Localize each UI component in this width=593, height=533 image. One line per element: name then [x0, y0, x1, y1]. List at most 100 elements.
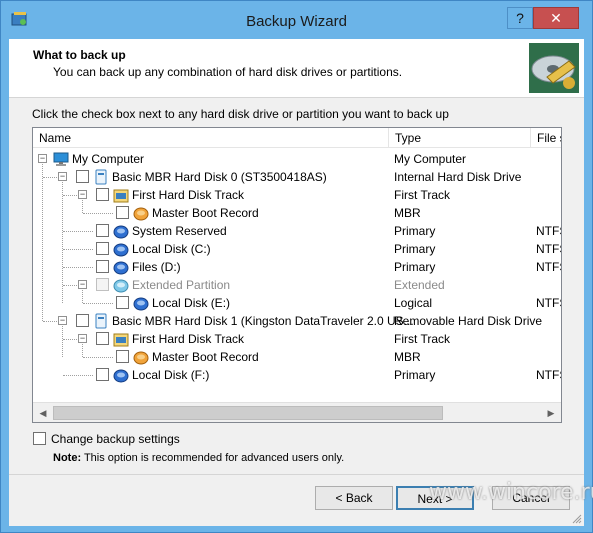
disk-1-checkbox[interactable]	[76, 314, 89, 327]
tree-row-mbr-1[interactable]: Master Boot Record MBR	[33, 348, 561, 366]
collapse-toggle-icon[interactable]: −	[78, 334, 87, 343]
collapse-toggle-icon[interactable]: −	[78, 190, 87, 199]
column-type[interactable]: Type	[389, 128, 531, 148]
wizard-header: What to back up You can back up any comb…	[9, 39, 584, 98]
collapse-toggle-icon[interactable]: −	[58, 316, 67, 325]
row-type: Logical	[394, 296, 433, 310]
collapse-toggle-icon[interactable]: −	[58, 172, 67, 181]
resize-grip-icon[interactable]	[572, 514, 582, 524]
tree-row-mbr-0[interactable]: Master Boot Record MBR	[33, 204, 561, 222]
backup-wizard-window: Backup Wizard ? ✕ What to back up You ca…	[0, 0, 593, 533]
row-label: My Computer	[72, 152, 145, 166]
tree-row-disk-0[interactable]: − Basic MBR Hard Disk 0 (ST3500418AS) In…	[33, 168, 561, 186]
column-header: Name Type File s	[33, 128, 561, 148]
header-subtitle: You can back up any combination of hard …	[53, 65, 403, 79]
header-title: What to back up	[33, 48, 126, 62]
row-label: System Reserved	[132, 224, 227, 238]
column-name[interactable]: Name	[33, 128, 389, 148]
mbr-1-checkbox[interactable]	[116, 350, 129, 363]
mbr-icon	[133, 351, 149, 365]
partition-icon	[113, 261, 129, 275]
extended-partition-checkbox	[96, 278, 109, 291]
column-file-system[interactable]: File s	[531, 128, 561, 148]
first-track-1-checkbox[interactable]	[96, 332, 109, 345]
row-file-system: NTFS	[536, 296, 561, 310]
row-file-system: NTFS	[536, 260, 561, 274]
tree-guide	[63, 375, 93, 376]
back-button[interactable]: < Back	[315, 486, 393, 510]
files-d-checkbox[interactable]	[96, 260, 109, 273]
tree-row-local-disk-e[interactable]: Local Disk (E:) Logical NTFS	[33, 294, 561, 312]
scrollbar-thumb[interactable]	[53, 406, 443, 420]
tree-row-my-computer[interactable]: − My Computer My Computer	[33, 150, 561, 168]
tree-row-disk-1[interactable]: − Basic MBR Hard Disk 1 (Kingston DataTr…	[33, 312, 561, 330]
row-file-system: NTFS	[536, 368, 561, 382]
local-disk-f-checkbox[interactable]	[96, 368, 109, 381]
tree-row-local-disk-f[interactable]: Local Disk (F:) Primary NTFS	[33, 366, 561, 384]
horizontal-scrollbar[interactable]: ◀ ▶	[33, 402, 561, 422]
collapse-toggle-icon[interactable]: −	[78, 280, 87, 289]
title-bar[interactable]: Backup Wizard ? ✕	[1, 1, 592, 39]
row-type: Extended	[394, 278, 445, 292]
backup-disk-icon	[529, 43, 579, 93]
mbr-0-checkbox[interactable]	[116, 206, 129, 219]
tree-row-first-track-0[interactable]: − First Hard Disk Track First Track	[33, 186, 561, 204]
local-disk-c-checkbox[interactable]	[96, 242, 109, 255]
row-label: Local Disk (C:)	[132, 242, 211, 256]
tree-row-files-d[interactable]: Files (D:) Primary NTFS	[33, 258, 561, 276]
tree-guide	[63, 249, 93, 250]
partition-icon	[113, 225, 129, 239]
tree-guide	[63, 285, 77, 286]
tree-guide	[63, 195, 77, 196]
track-icon	[113, 333, 129, 347]
scroll-left-icon[interactable]: ◀	[36, 406, 50, 420]
tree-guide	[63, 231, 93, 232]
row-type: My Computer	[394, 152, 467, 166]
change-backup-settings-checkbox[interactable]	[33, 432, 46, 445]
row-type: Primary	[394, 368, 436, 382]
mbr-icon	[133, 207, 149, 221]
system-reserved-checkbox[interactable]	[96, 224, 109, 237]
tree-row-extended-partition[interactable]: − Extended Partition Extended	[33, 276, 561, 294]
row-label: Basic MBR Hard Disk 1 (Kingston DataTrav…	[112, 314, 414, 328]
close-button[interactable]: ✕	[533, 7, 579, 29]
tree-row-system-reserved[interactable]: System Reserved Primary NTFS	[33, 222, 561, 240]
tree-guide	[83, 357, 113, 358]
tree-guide	[83, 303, 113, 304]
row-label: Extended Partition	[132, 278, 231, 292]
local-disk-e-checkbox[interactable]	[116, 296, 129, 309]
disk-0-checkbox[interactable]	[76, 170, 89, 183]
change-backup-settings-label[interactable]: Change backup settings	[51, 432, 180, 446]
row-label: Files (D:)	[132, 260, 181, 274]
row-label: Local Disk (E:)	[152, 296, 231, 310]
window-title: Backup Wizard	[246, 13, 347, 30]
watermark-text: www.wincore.ru	[429, 480, 593, 505]
instruction-text: Click the check box next to any hard dis…	[32, 107, 449, 121]
drive-tree[interactable]: Name Type File s −	[32, 127, 562, 423]
tree-row-local-disk-c[interactable]: Local Disk (C:) Primary NTFS	[33, 240, 561, 258]
row-label: Basic MBR Hard Disk 0 (ST3500418AS)	[112, 170, 327, 184]
tree-rows: − My Computer My Computer − Basic MBR Ha…	[33, 150, 561, 402]
partition-icon	[113, 243, 129, 257]
extended-partition-icon	[113, 279, 129, 293]
tree-guide	[43, 177, 57, 178]
tree-guide	[43, 321, 57, 322]
row-type: Primary	[394, 242, 436, 256]
computer-icon	[53, 152, 69, 166]
row-label: Master Boot Record	[152, 206, 259, 220]
row-label: Master Boot Record	[152, 350, 259, 364]
tree-row-first-track-1[interactable]: − First Hard Disk Track First Track	[33, 330, 561, 348]
scroll-right-icon[interactable]: ▶	[544, 406, 558, 420]
collapse-toggle-icon[interactable]: −	[38, 154, 47, 163]
row-type: Primary	[394, 224, 436, 238]
tree-guide	[63, 339, 77, 340]
wizard-client-area: What to back up You can back up any comb…	[9, 39, 593, 526]
help-button[interactable]: ?	[507, 7, 533, 29]
row-label: First Hard Disk Track	[132, 188, 245, 202]
row-type: First Track	[394, 188, 450, 202]
partition-icon	[133, 297, 149, 311]
partition-icon	[113, 369, 129, 383]
row-type: Removable Hard Disk Drive	[394, 314, 543, 328]
first-track-0-checkbox[interactable]	[96, 188, 109, 201]
note-body: This option is recommended for advanced …	[81, 452, 345, 464]
